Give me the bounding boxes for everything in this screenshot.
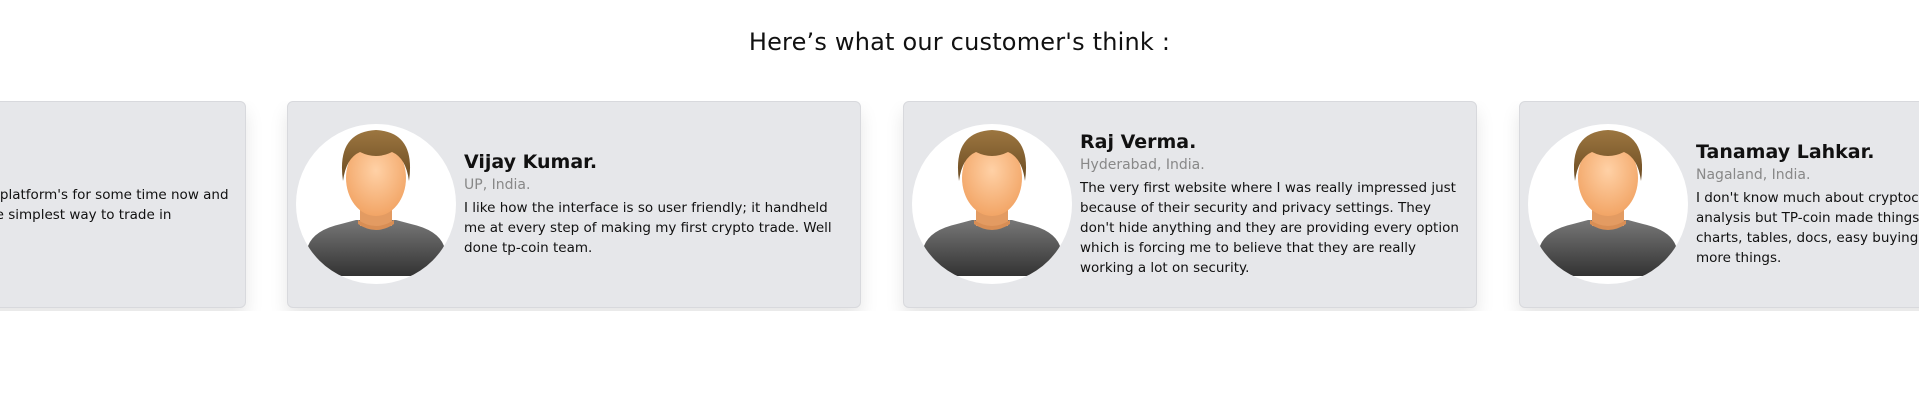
testimonial-card: I have been using the platform's for som… xyxy=(0,101,246,308)
testimonial-quote: I like how the interface is so user frie… xyxy=(464,200,832,256)
testimonial-location: Hyderabad, India. xyxy=(1080,157,1205,173)
testimonial-carousel[interactable]: I have been using the platform's for som… xyxy=(0,101,1919,311)
testimonial-card: Vijay Kumar. UP, India. I like how the i… xyxy=(287,101,861,308)
testimonial-quote: I have been using the platform's for som… xyxy=(0,186,229,223)
testimonial-card: Tanamay Lahkar. Nagaland, India. I don't… xyxy=(1519,101,1919,308)
user-avatar-icon xyxy=(1528,124,1688,284)
user-avatar-icon xyxy=(912,124,1072,284)
testimonial-quote: The very first website where I was reall… xyxy=(1080,180,1459,276)
testimonial-name: Tanamay Lahkar. xyxy=(1696,141,1875,163)
testimonial-name: Raj Verma. xyxy=(1080,131,1197,153)
user-avatar-icon xyxy=(296,124,456,284)
testimonial-location: Nagaland, India. xyxy=(1696,167,1811,183)
testimonial-location: UP, India. xyxy=(464,177,531,193)
testimonial-quote: I don't know much about cryptocurrency, … xyxy=(1696,190,1919,266)
testimonials-heading: Here’s what our customer's think : xyxy=(748,28,1171,56)
testimonial-name: Vijay Kumar. xyxy=(464,151,598,173)
testimonial-card: Raj Verma. Hyderabad, India. The very fi… xyxy=(903,101,1477,308)
